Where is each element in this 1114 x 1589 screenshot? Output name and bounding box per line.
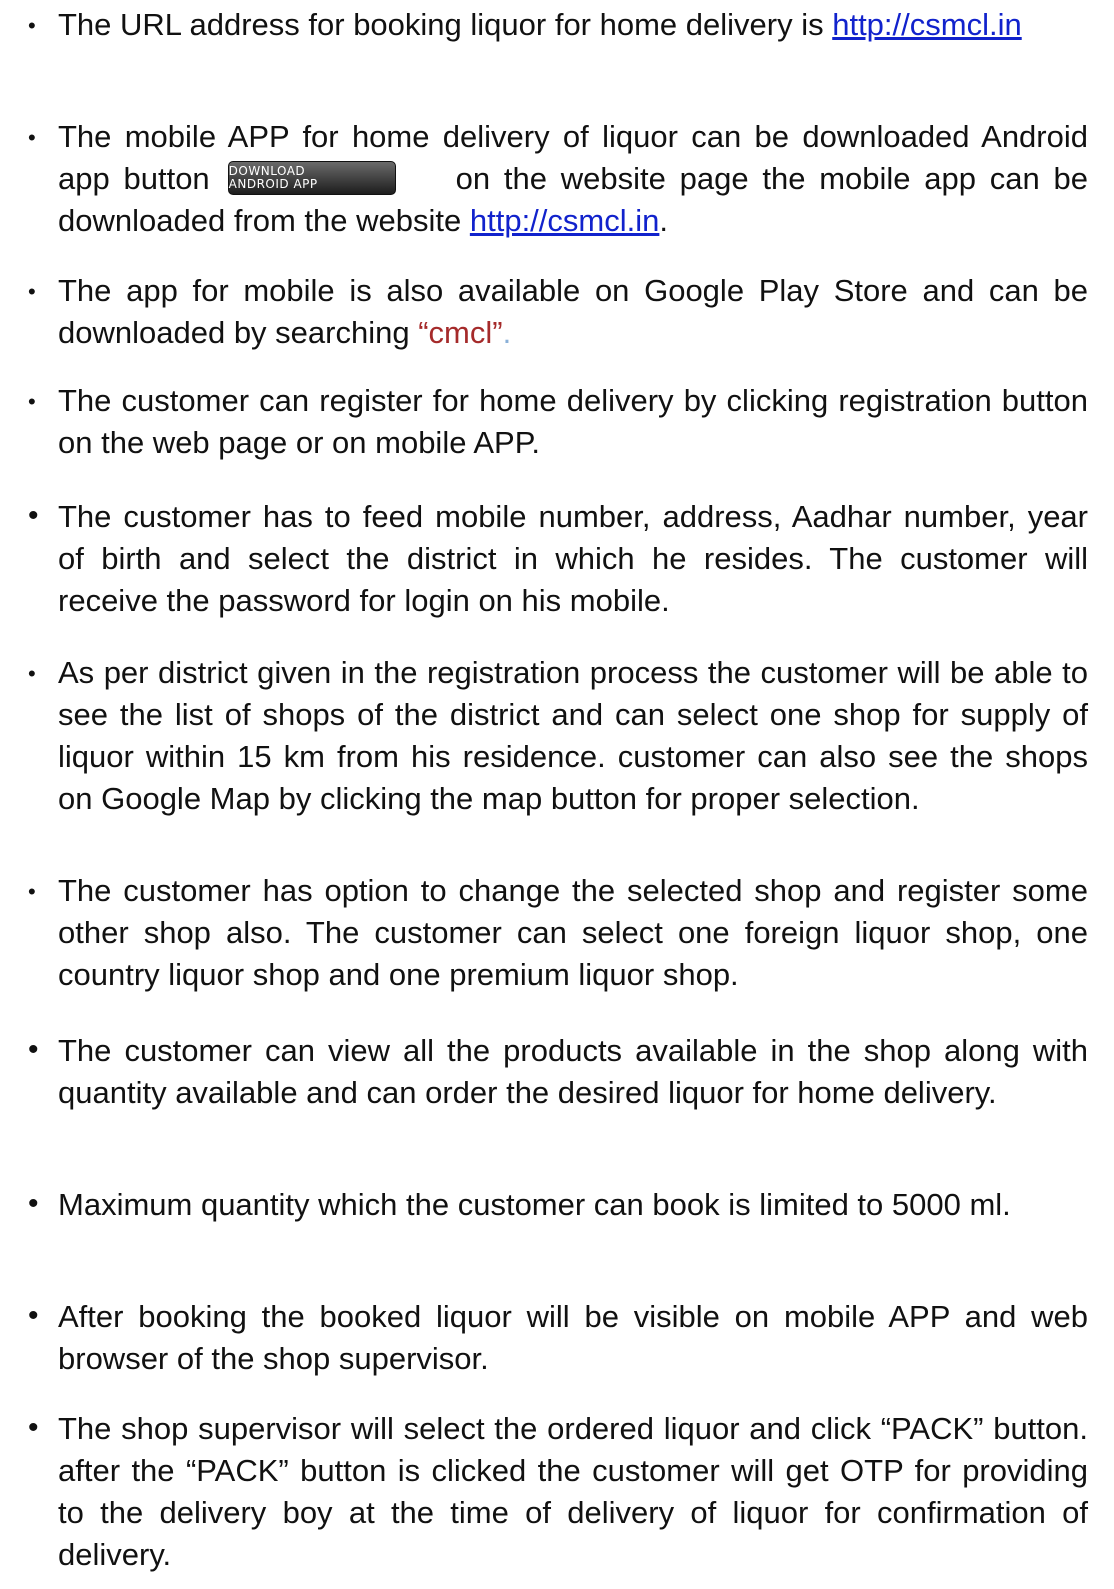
list-item-text: The app for mobile is also available on … [58,270,1088,354]
list-item-text: After booking the booked liquor will be … [58,1299,1088,1376]
download-android-app-button[interactable]: DOWNLOAD ANDROID APP [227,160,396,195]
list-item-text: The customer can view all the products a… [58,1033,1088,1110]
bullet-marker: • [28,1299,39,1332]
list-item-text: The URL address for booking liquor for h… [58,4,1088,46]
csmcl-link[interactable]: http://csmcl.in [470,203,660,238]
bullet-marker: • [28,13,36,38]
search-term-end: . [502,315,512,350]
list-item-text: The mobile APP for home delivery of liqu… [58,116,1088,242]
bullet-marker: • [28,1033,39,1066]
bullet-marker: • [28,661,36,686]
bullet-marker: • [28,125,36,150]
download-android-app-button-line1: DOWNLOAD [228,163,306,178]
bullet-marker: • [28,1187,39,1220]
bullet-marker: • [28,1411,39,1444]
search-term: “cmcl” [418,315,503,350]
bullet-marker: • [28,499,39,532]
list-item-text-end: . [659,203,668,238]
list-item-text: Maximum quantity which the customer can … [58,1187,1011,1222]
list-item-text: The customer can register for home deliv… [58,383,1088,460]
list-item-text: The customer has to feed mobile number, … [58,499,1088,618]
bullet-marker: • [28,879,36,904]
list-item-text-before: The app for mobile is also available on … [58,273,1088,350]
csmcl-link[interactable]: http://csmcl.in [832,7,1022,42]
list-item-text-before: The URL address for booking liquor for h… [58,7,833,42]
document-page: • The URL address for booking liquor for… [0,0,1114,1589]
download-android-app-button-line2: ANDROID APP [228,176,318,191]
bullet-marker: • [28,279,36,304]
list-item-text: As per district given in the registratio… [58,655,1088,816]
list-item-text: The customer has option to change the se… [58,873,1088,992]
list-item-text: The shop supervisor will select the orde… [58,1411,1088,1572]
bullet-marker: • [28,389,36,414]
